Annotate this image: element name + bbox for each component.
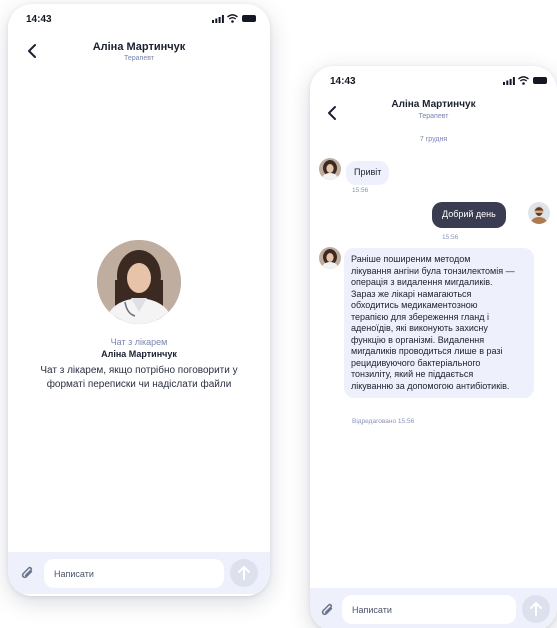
battery-icon [533,77,547,84]
signal-icon [212,15,224,23]
message-text-line: тонзиліту, який не піддається [351,369,474,379]
wifi-icon [518,76,529,85]
battery-icon [242,15,256,22]
user-avatar [528,202,550,224]
send-button[interactable] [522,595,550,623]
message-text-line: лікування ангіни була тонзилектомія — [351,265,515,276]
message-text-line: Зараз же лікарі намагаються [351,288,472,299]
message-text: Добрий день [442,209,496,219]
status-bar: 14:43 [310,66,557,92]
message-composer [8,552,270,594]
message-text-line: Раніше поширеним методом [351,254,471,264]
message-text-line: рецидивуючого бактеріального [351,357,481,368]
message-text-line: операція з видалення мигдаликів. [351,277,493,287]
message-text: Привіт [354,167,382,177]
intro-description: Чат з лікарем, якщо потрібно поговорити … [40,365,238,390]
intro-doctor-name: Аліна Мартинчук [101,349,177,359]
message-input[interactable] [342,595,516,624]
status-icons [497,76,547,86]
doctor-avatar [319,247,341,269]
message-time: 15:56 [352,187,369,194]
paperclip-icon[interactable] [20,565,36,581]
message-text-line: лікуванню за допомогою антибіотиків. [351,380,510,391]
send-button[interactable] [230,559,258,587]
status-bar: 14:43 [8,4,270,30]
wifi-icon [227,14,238,23]
chat-conversation-screen: 14:43 Аліна Мартинчук Терапевт 7 грудня [310,66,557,628]
message-text-line: обходитись медикаментозною [351,300,478,310]
status-time: 14:43 [26,14,52,25]
doctor-role: Терапевт [418,113,449,120]
date-separator: 7 грудня [419,136,448,143]
message-text-line: функцію в організмі. Видалення [351,334,485,345]
message-edited-time: Відредаговано 15:56 [352,418,415,425]
message-bubble-outgoing: Добрий день [432,202,506,228]
intro-label: Чат з лікарем [110,337,168,347]
doctor-name: Аліна Мартинчук [391,99,476,110]
doctor-avatar [319,158,341,180]
paperclip-icon[interactable] [320,602,336,618]
message-text-line: терапією для збереження гланд і [351,311,490,322]
message-bubble-incoming: Привіт [346,161,390,185]
chat-header: Аліна Мартинчук Терапевт [8,34,270,74]
chat-header: Аліна Мартинчук Терапевт [310,96,557,136]
status-icons [206,14,256,24]
doctor-photo [97,240,181,324]
message-bubble-incoming: Раніше поширеним методом лікування ангін… [344,248,534,398]
message-time: 15:56 [442,234,459,241]
message-composer [310,588,557,628]
signal-icon [503,77,515,85]
status-time: 14:43 [330,76,356,87]
message-input[interactable] [44,559,224,588]
message-text-line: мигдаликів проводиться лише в разі [351,346,503,356]
doctor-role: Терапевт [123,55,155,62]
arrow-up-icon [530,602,542,616]
arrow-up-icon [238,566,250,580]
chat-intro-screen: 14:43 Аліна Мартинчук Терапевт Чат з лік… [8,4,270,596]
message-text-line: аденоїдів, які виконують захисну [351,323,488,333]
doctor-name: Аліна Мартинчук [92,41,186,53]
